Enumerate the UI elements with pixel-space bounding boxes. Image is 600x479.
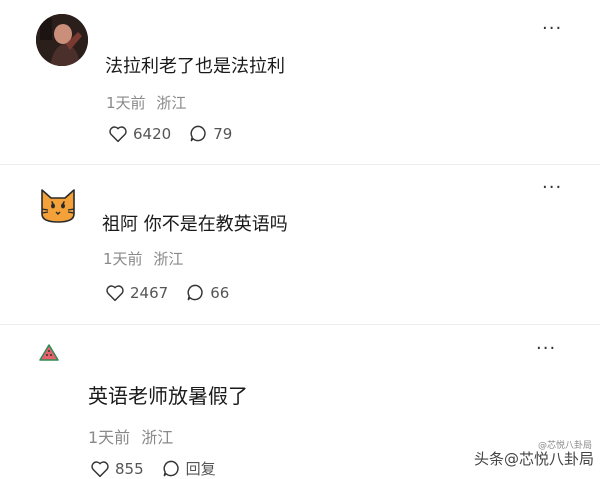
reply-count: 66 <box>210 283 230 302</box>
like-count: 2467 <box>130 283 169 302</box>
divider <box>0 324 600 325</box>
watermelon-avatar-icon[interactable] <box>38 342 60 364</box>
reply-button[interactable]: 66 <box>186 283 229 302</box>
more-options-icon[interactable]: ··· <box>542 179 562 197</box>
watermark: 头条@芯悦八卦局 <box>473 450 594 468</box>
more-options-icon[interactable]: ··· <box>542 20 562 38</box>
comment-location: 浙江 <box>156 94 187 112</box>
like-button[interactable]: 6420 <box>108 125 171 143</box>
heart-icon <box>109 125 127 142</box>
like-button[interactable]: 2467 <box>105 284 168 302</box>
comment-actions: 2467 66 <box>105 283 247 302</box>
reply-label: 回复 <box>185 460 216 478</box>
comment-time: 1天前 <box>88 428 131 447</box>
like-button[interactable]: 855 <box>90 460 144 478</box>
like-count: 855 <box>115 459 144 478</box>
comment-time: 1天前 <box>106 94 146 112</box>
reply-count: 79 <box>213 124 233 143</box>
comment-location: 浙江 <box>153 250 184 268</box>
comment-text: 法拉利老了也是法拉利 <box>105 56 285 77</box>
divider <box>0 164 600 165</box>
reply-button[interactable]: 79 <box>189 124 232 143</box>
more-options-icon[interactable]: ··· <box>536 340 556 358</box>
comment-time: 1天前 <box>103 250 143 268</box>
comment-actions: 855 回复 <box>90 458 234 479</box>
comment-bubble-icon <box>187 284 203 301</box>
comment-bubble-icon <box>190 125 206 142</box>
like-count: 6420 <box>133 124 172 143</box>
reply-button[interactable]: 回复 <box>162 458 216 479</box>
user-avatar-photo[interactable] <box>36 14 88 66</box>
comment-meta: 1天前 浙江 <box>88 424 173 448</box>
cat-avatar-icon[interactable] <box>38 184 78 224</box>
comment-actions: 6420 79 <box>108 124 250 143</box>
comment-text: 英语老师放暑假了 <box>88 384 248 408</box>
comment-text: 祖阿 你不是在教英语吗 <box>102 214 288 235</box>
heart-icon <box>91 460 109 477</box>
comment-bubble-icon <box>163 460 179 477</box>
comment-meta: 1天前 浙江 <box>106 92 186 113</box>
heart-icon <box>106 284 124 301</box>
comment-location: 浙江 <box>141 428 174 447</box>
comment-meta: 1天前 浙江 <box>103 248 183 269</box>
